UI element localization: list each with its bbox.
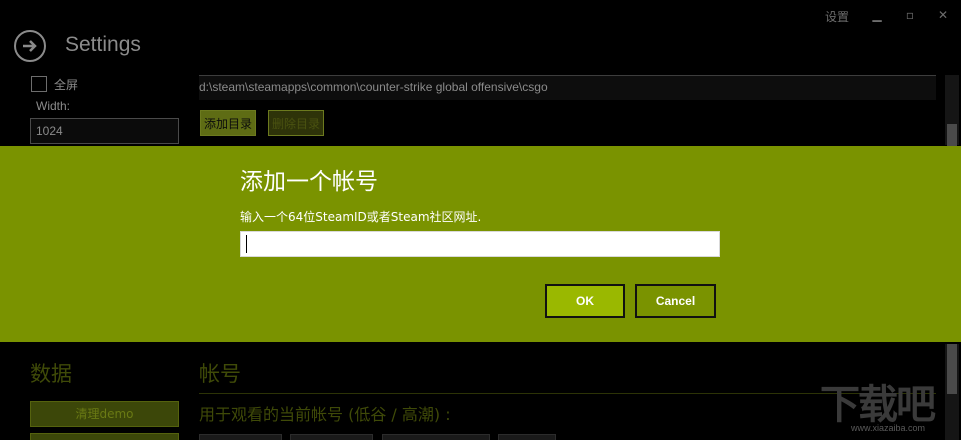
account-button-3[interactable] <box>382 434 490 440</box>
steamid-input[interactable] <box>240 231 720 257</box>
cancel-button[interactable]: Cancel <box>635 284 716 318</box>
page-title: Settings <box>65 33 141 56</box>
account-button-1[interactable] <box>199 434 282 440</box>
account-button-4[interactable] <box>498 434 556 440</box>
watermark-logo: 下载吧 <box>820 382 936 428</box>
maximize-icon[interactable]: ▫ <box>903 8 917 22</box>
arrow-right-icon <box>23 40 37 52</box>
dialog-prompt: 输入一个64位SteamID或者Steam社区网址. <box>240 210 482 224</box>
account-description: 用于观看的当前帐号 (低谷 / 高潮) : <box>199 405 451 424</box>
account-button-2[interactable] <box>290 434 373 440</box>
data-section-title: 数据 <box>30 362 72 386</box>
back-button[interactable] <box>14 30 46 62</box>
remove-directory-button[interactable]: 删除目录 <box>268 110 324 136</box>
titlebar-settings-link[interactable]: 设置 <box>825 8 849 25</box>
ok-button[interactable]: OK <box>545 284 625 318</box>
watermark-url: www.xiazaiba.com <box>851 423 926 433</box>
width-label: Width: <box>36 99 71 113</box>
close-icon[interactable]: ✕ <box>936 8 950 22</box>
minimize-icon[interactable]: ▁ <box>870 8 884 22</box>
path-item[interactable]: d:\steam\steamapps\common\counter-strike… <box>199 80 548 94</box>
scrollbar-thumb[interactable] <box>947 124 957 146</box>
scrollbar-thumb-lower[interactable] <box>947 344 957 394</box>
data-secondary-button[interactable] <box>30 433 179 440</box>
clear-demo-button[interactable]: 清理demo <box>30 401 179 427</box>
fullscreen-label: 全屏 <box>54 78 79 92</box>
add-directory-button[interactable]: 添加目录 <box>200 110 256 136</box>
width-input[interactable]: 1024 <box>30 118 179 144</box>
dialog-title: 添加一个帐号 <box>240 169 378 195</box>
path-divider <box>199 75 936 76</box>
fullscreen-checkbox[interactable] <box>31 76 47 92</box>
text-caret <box>246 235 247 253</box>
account-section-title: 帐号 <box>199 362 241 386</box>
